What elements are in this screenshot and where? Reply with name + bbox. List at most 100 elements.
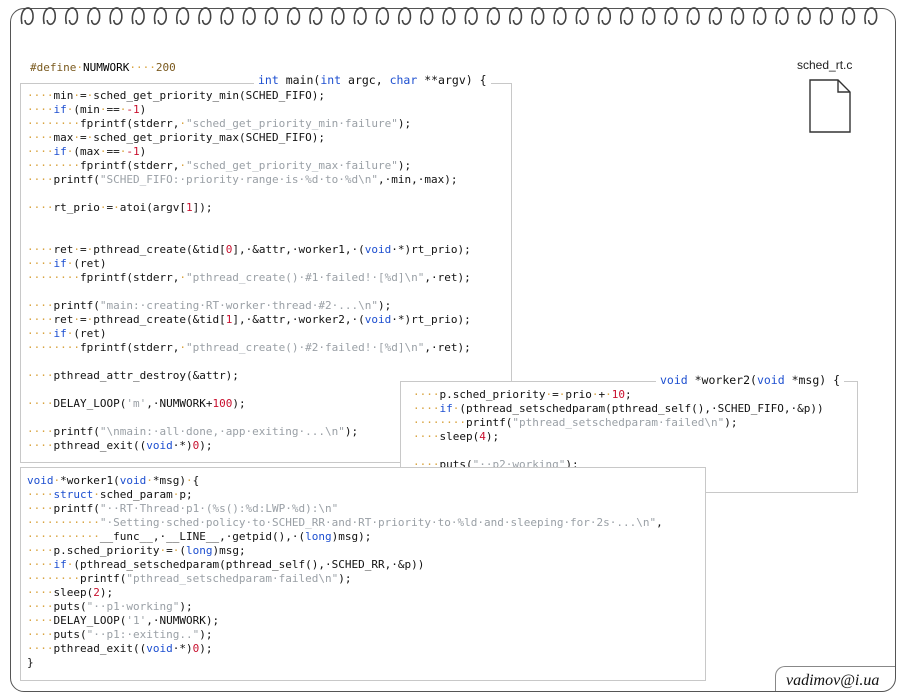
code-token: fprintf(stderr, — [79, 159, 180, 172]
code-line: ···········__func__,·__LINE__,·getpid(),… — [27, 530, 663, 544]
code-token: ); — [397, 117, 412, 130]
code-token: 4 — [479, 430, 486, 443]
spiral-loop — [531, 7, 545, 26]
code-token: void — [27, 474, 54, 487]
code-token: ); — [199, 628, 213, 641]
code-token: ); — [397, 159, 412, 172]
code-token: ); — [338, 572, 352, 585]
code-token: ,·ret); — [424, 271, 471, 284]
code-token: · — [73, 243, 80, 256]
spiral-loop — [642, 7, 656, 26]
code-token: long — [305, 530, 332, 543]
code-token: · — [76, 61, 83, 74]
spiral-loop — [575, 7, 589, 26]
code-token: ···· — [27, 89, 54, 102]
code-token: if — [53, 257, 67, 270]
code-token: "\nmain:·all·done,·app·exiting·...\n" — [99, 425, 345, 438]
code-token: ···· — [27, 145, 54, 158]
spiral-loop — [508, 7, 523, 26]
code-token: fprintf(stderr, — [79, 117, 180, 130]
code-token: *worker1( — [60, 474, 120, 487]
code-token: if — [53, 327, 67, 340]
spiral-loop — [220, 7, 234, 26]
code-token: printf( — [53, 502, 100, 515]
code-token: ···· — [413, 402, 440, 415]
code-token: ·*)rt_prio); — [391, 313, 471, 326]
code-token: if — [53, 103, 67, 116]
code-token: ···· — [27, 257, 54, 270]
code-token: ···· — [27, 369, 54, 382]
code-token: ········ — [27, 159, 80, 172]
code-token: p; — [179, 488, 193, 501]
code-token: p.sched_priority — [439, 388, 546, 401]
code-token: ···· — [27, 502, 54, 515]
code-token: (pthread_setschedparam(pthread_self(),·S… — [73, 558, 425, 571]
code-token: NUMWORK — [82, 61, 130, 74]
code-token: -1 — [126, 145, 140, 158]
spiral-loop — [131, 7, 145, 26]
code-token: = — [166, 544, 173, 557]
code-token: ···· — [27, 299, 54, 312]
code-token: **argv) { — [417, 73, 487, 87]
spiral-loop — [864, 7, 878, 26]
code-token: · — [179, 341, 186, 354]
code-token: · — [93, 488, 100, 501]
code-token: printf( — [53, 425, 100, 438]
spiral-loop — [353, 7, 367, 26]
code-token: int — [320, 73, 342, 87]
code-token: void — [660, 373, 688, 387]
code-token: ) — [139, 145, 147, 158]
code-line: ········fprintf(stderr,·"pthread_create(… — [27, 341, 471, 355]
code-token: ········ — [27, 572, 80, 585]
code-line: ····p.sched_priority·=·(long)msg; — [27, 544, 663, 558]
code-token: } — [27, 656, 34, 669]
code-token: atoi(argv[ — [119, 201, 186, 214]
code-token: ···· — [27, 173, 54, 186]
spiral-loop — [442, 7, 456, 26]
spiral-loop — [597, 7, 612, 26]
code-token: ·*) — [172, 439, 193, 452]
code-token: ,·min,·max); — [378, 173, 458, 186]
code-token: ret — [53, 243, 74, 256]
code-token: ); — [179, 600, 193, 613]
code-line: ····ret·=·pthread_create(&tid[0],·&attr,… — [27, 243, 471, 257]
code-token: (ret) — [73, 327, 107, 340]
code-line: ········printf("pthread_setschedparam·fa… — [27, 572, 663, 586]
code-token: sched_param — [99, 488, 173, 501]
file-name-label: sched_rt.c — [797, 58, 853, 72]
code-token: = — [80, 313, 87, 326]
worker1-function-panel: void·*worker1(void·*msg)·{····struct·sch… — [20, 467, 706, 681]
code-token: ···· — [27, 327, 54, 340]
spiral-loop — [264, 7, 279, 26]
code-token: · — [179, 117, 186, 130]
spiral-loop — [708, 7, 723, 26]
code-token: ···· — [27, 103, 54, 116]
code-token: = — [552, 388, 559, 401]
worker2-function-title: void *worker2(void *msg) { — [656, 373, 845, 387]
code-token: if — [439, 402, 453, 415]
code-token: (max — [73, 145, 100, 158]
code-token: ); — [378, 299, 392, 312]
code-token: printf( — [53, 299, 100, 312]
code-token: void — [146, 439, 173, 452]
code-line: ····ret·=·pthread_create(&tid[1],·&attr,… — [27, 313, 471, 327]
code-token: pthread_create(&tid[ — [93, 313, 226, 326]
spiral-loop — [819, 7, 834, 26]
main-function-title: int main(int argc, char **argv) { — [254, 73, 491, 87]
code-token: ···· — [27, 642, 54, 655]
code-token: "sched_get_priority_min·failure" — [185, 117, 398, 130]
file-icon — [809, 79, 851, 133]
code-token: pthread_exit(( — [53, 439, 147, 452]
code-token: ·*)rt_prio); — [391, 243, 471, 256]
notebook-spiral-binding — [20, 7, 878, 26]
code-token: rt_prio — [53, 201, 100, 214]
spiral-loop — [730, 7, 745, 26]
code-token: "··p1:·exiting.." — [86, 628, 200, 641]
code-token: *msg) — [152, 474, 186, 487]
code-token: "pthread_setschedparam·failed\n" — [512, 416, 725, 429]
code-token: ···· — [27, 614, 54, 627]
code-token: , — [656, 516, 663, 529]
code-token: ,·NUMWORK+ — [146, 397, 213, 410]
code-token: ; — [624, 388, 632, 401]
code-token: struct — [53, 488, 94, 501]
